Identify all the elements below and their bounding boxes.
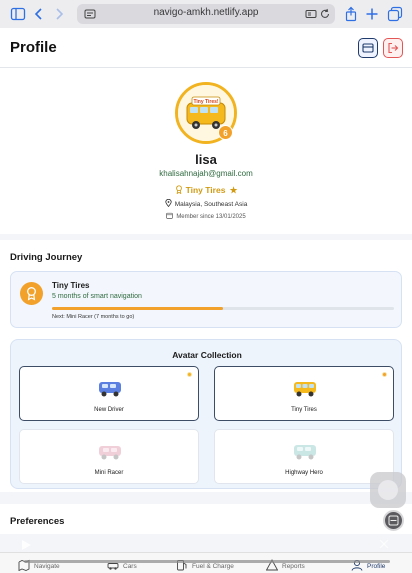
- preferences-section: Preferences: [0, 504, 412, 534]
- new-tab-icon[interactable]: [364, 6, 380, 22]
- member-since: Member since 13/01/2025: [176, 214, 246, 220]
- avatar-label: Tiny Tires: [291, 407, 317, 413]
- sidebar-icon[interactable]: [10, 6, 26, 22]
- location-pin-icon: [165, 198, 172, 208]
- profile-card: Tiny Tires! 6 lisa khalisahnajah@gmail.c…: [0, 68, 412, 234]
- nav-label: Reports: [282, 563, 305, 570]
- logout-button[interactable]: [383, 38, 403, 58]
- journey-subtitle: 5 months of smart navigation: [52, 293, 142, 300]
- reload-icon[interactable]: [319, 8, 331, 20]
- journey-progress-bar: [52, 307, 394, 310]
- award-icon: [27, 287, 36, 301]
- journey-rank: Tiny Tires: [52, 281, 90, 290]
- nav-label: Profile: [367, 563, 386, 570]
- collapse-icon[interactable]: [378, 538, 390, 550]
- user-email: khalisahnajah@gmail.com: [159, 169, 253, 178]
- browser-toolbar: navigo-amkh.netlify.app: [0, 0, 412, 28]
- nav-label: Fuel & Charge: [192, 563, 234, 570]
- mini-racer-car-icon: [99, 446, 121, 460]
- scan-icon: [388, 515, 399, 526]
- rank-line: Tiny Tires ★: [0, 185, 412, 196]
- driving-journey-title: Driving Journey: [10, 252, 83, 263]
- award-icon: [175, 185, 182, 195]
- forward-icon[interactable]: [51, 6, 67, 22]
- location-text: Malaysia, Southeast Asia: [174, 201, 248, 208]
- avatar-card-mini-racer[interactable]: Mini Racer: [19, 429, 199, 484]
- avatar-collection-title: Avatar Collection: [172, 350, 242, 360]
- journey-next-rank: Next: Mini Racer (7 months to go): [52, 314, 135, 320]
- back-icon[interactable]: [31, 6, 47, 22]
- avatar-label: New Driver: [94, 407, 124, 413]
- page-title: Profile: [10, 39, 57, 56]
- floating-assistive-button[interactable]: [370, 472, 406, 508]
- highway-hero-car-icon: [294, 445, 316, 460]
- avatar-label: Mini Racer: [94, 470, 124, 476]
- username: lisa: [195, 152, 217, 167]
- tabs-icon[interactable]: [387, 6, 403, 22]
- unlocked-dot: [382, 372, 387, 377]
- avatar-card-highway-hero[interactable]: Highway Hero: [214, 429, 394, 484]
- tiny-tires-bus-icon: [294, 382, 316, 397]
- url-text: navigo-amkh.netlify.app: [153, 7, 259, 18]
- app-header: Profile: [0, 28, 412, 68]
- scan-button[interactable]: [383, 510, 404, 531]
- unlocked-dot: [187, 372, 192, 377]
- avatar-card-tiny-tires[interactable]: Tiny Tires: [214, 366, 394, 421]
- avatar-label: Highway Hero: [285, 470, 323, 476]
- play-icon[interactable]: [19, 538, 33, 552]
- share-icon[interactable]: [343, 6, 359, 22]
- calendar-icon: [166, 212, 174, 219]
- preferences-title: Preferences: [10, 516, 65, 527]
- avatar-card-new-driver[interactable]: New Driver: [19, 366, 199, 421]
- card-button[interactable]: [358, 38, 378, 58]
- nav-label: Cars: [123, 563, 137, 570]
- address-bar[interactable]: navigo-amkh.netlify.app: [77, 4, 335, 24]
- reader-icon[interactable]: [305, 8, 317, 20]
- rank-name: Tiny Tires: [185, 185, 226, 195]
- card-icon: [362, 43, 374, 53]
- avatar-collection-card: Avatar Collection New Driver Tiny Tires …: [10, 339, 402, 489]
- award-badge: [20, 282, 43, 305]
- location-line: Malaysia, Southeast Asia: [0, 198, 412, 208]
- journey-card: Tiny Tires 5 months of smart navigation …: [10, 271, 402, 328]
- level-badge: 6: [218, 125, 233, 140]
- avatar-sign-text: Tiny Tires!: [193, 99, 218, 105]
- star-icon: ★: [229, 185, 238, 195]
- logout-icon: [388, 42, 399, 54]
- journey-progress-fill: [52, 307, 223, 310]
- nav-label: Navigate: [34, 563, 60, 570]
- driving-journey-section: Driving Journey Tiny Tires 5 months of s…: [0, 240, 412, 332]
- media-scrubber[interactable]: [24, 560, 390, 563]
- avatar-collection-section: Avatar Collection New Driver Tiny Tires …: [0, 332, 412, 492]
- member-line: Member since 13/01/2025: [0, 212, 412, 220]
- new-driver-car-icon: [99, 382, 121, 397]
